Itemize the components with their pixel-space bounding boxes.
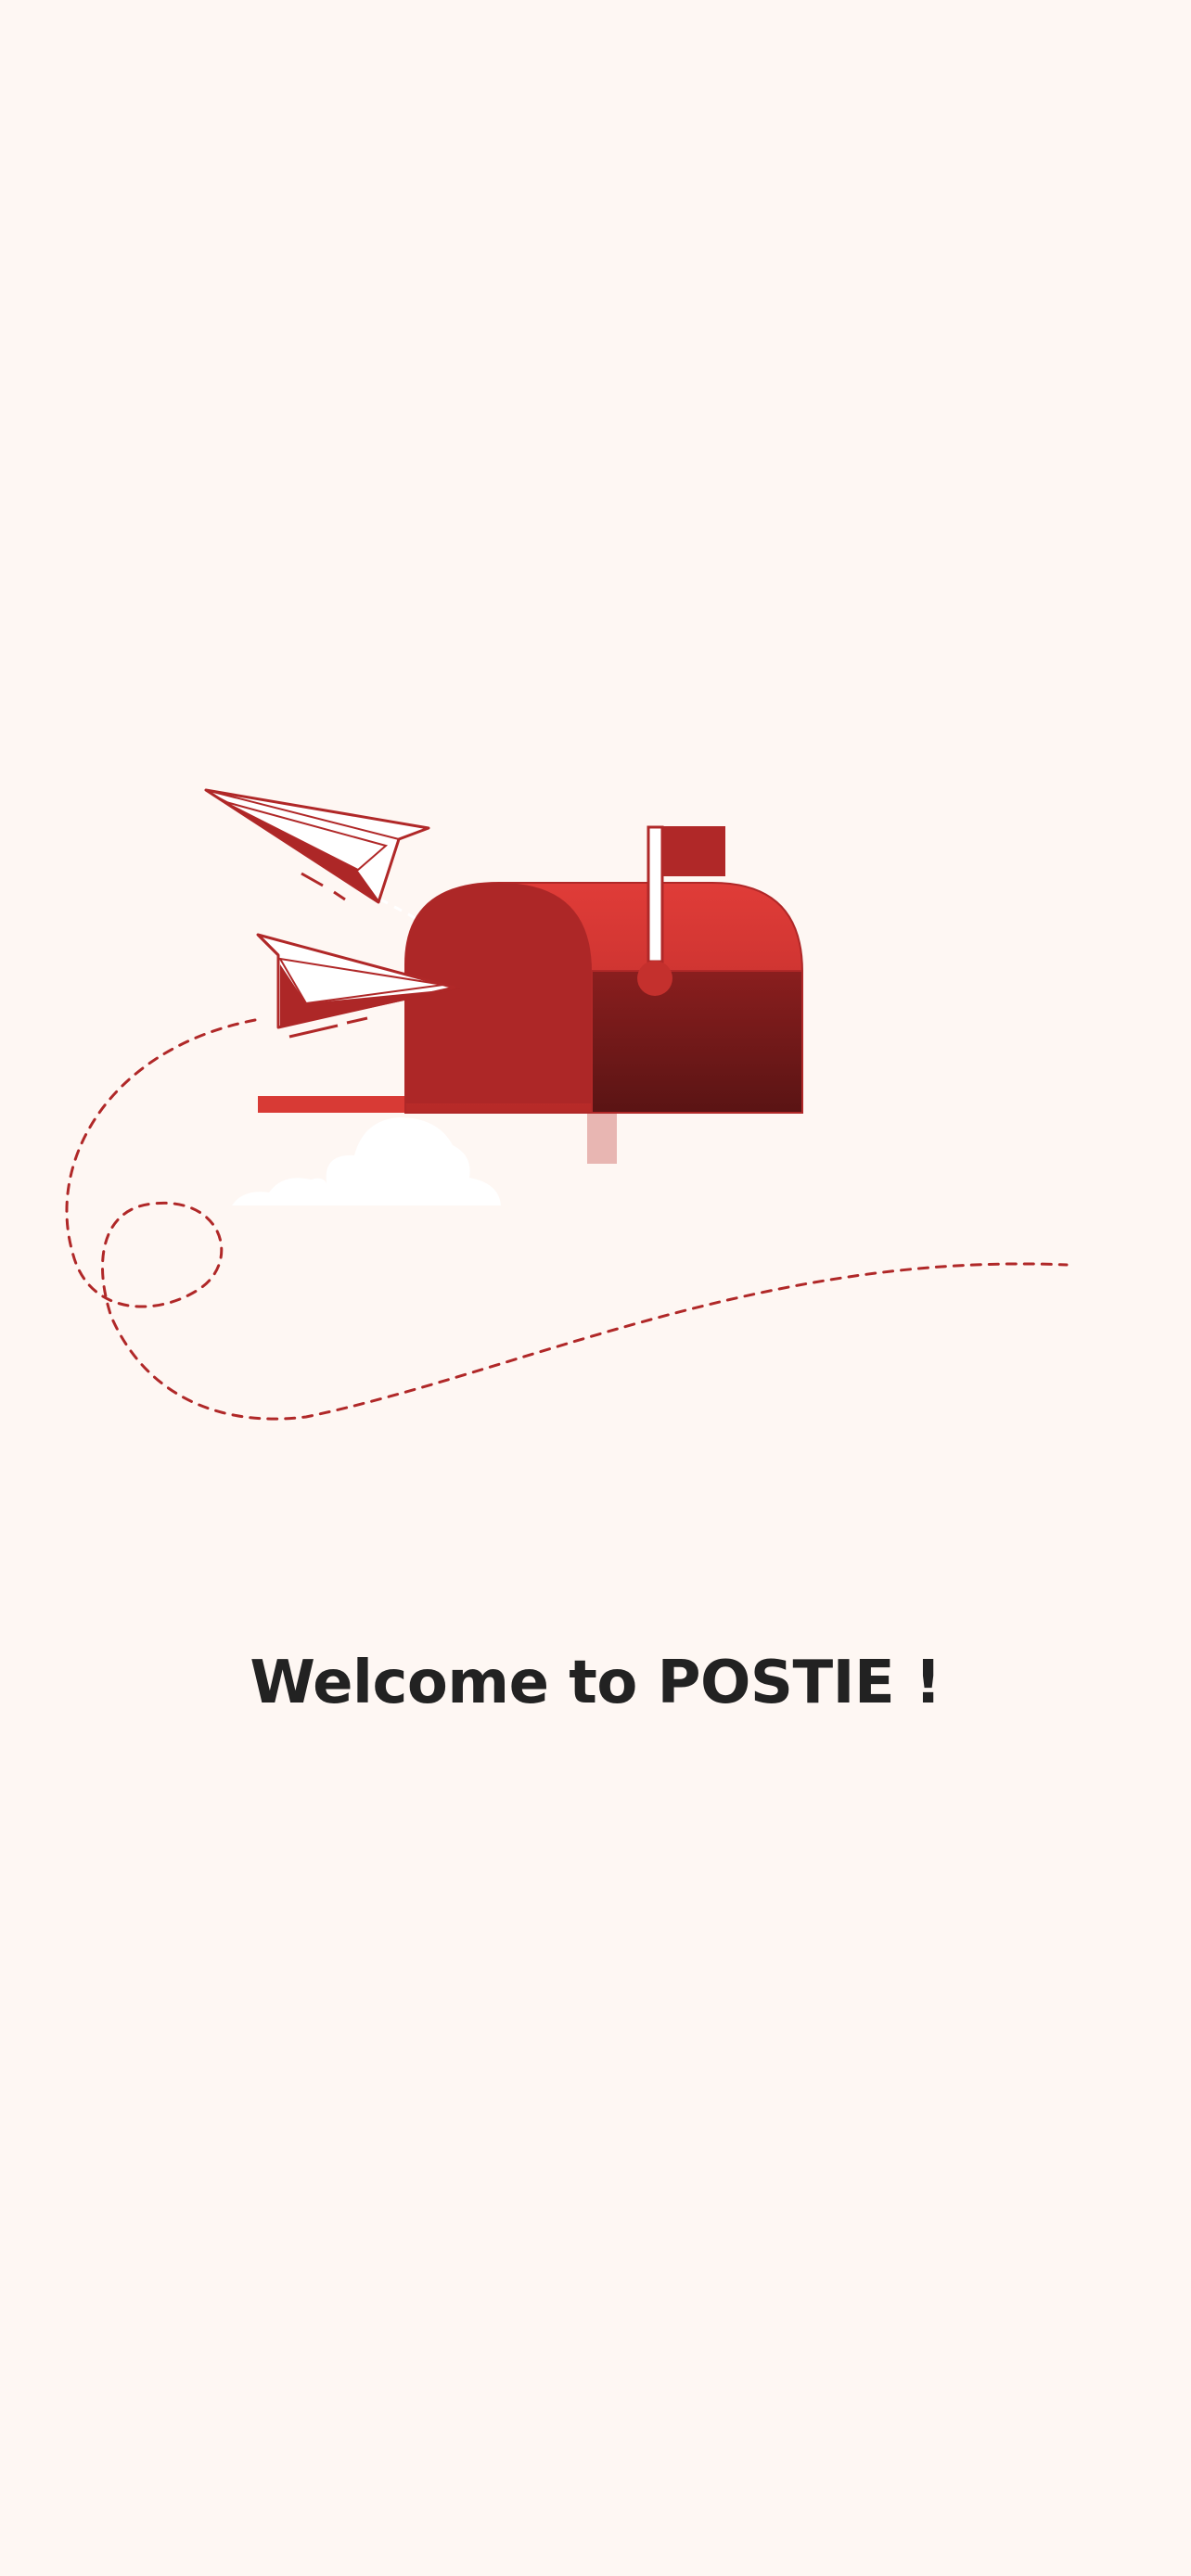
splash-screen: Welcome to POSTIE ! bbox=[0, 0, 1191, 2576]
welcome-title: Welcome to POSTIE ! bbox=[250, 1649, 941, 1717]
mailbox-illustration bbox=[65, 788, 1069, 1421]
paper-plane-icon bbox=[204, 788, 430, 904]
mailbox-post bbox=[587, 1113, 617, 1164]
cloud-icon bbox=[232, 1117, 501, 1205]
